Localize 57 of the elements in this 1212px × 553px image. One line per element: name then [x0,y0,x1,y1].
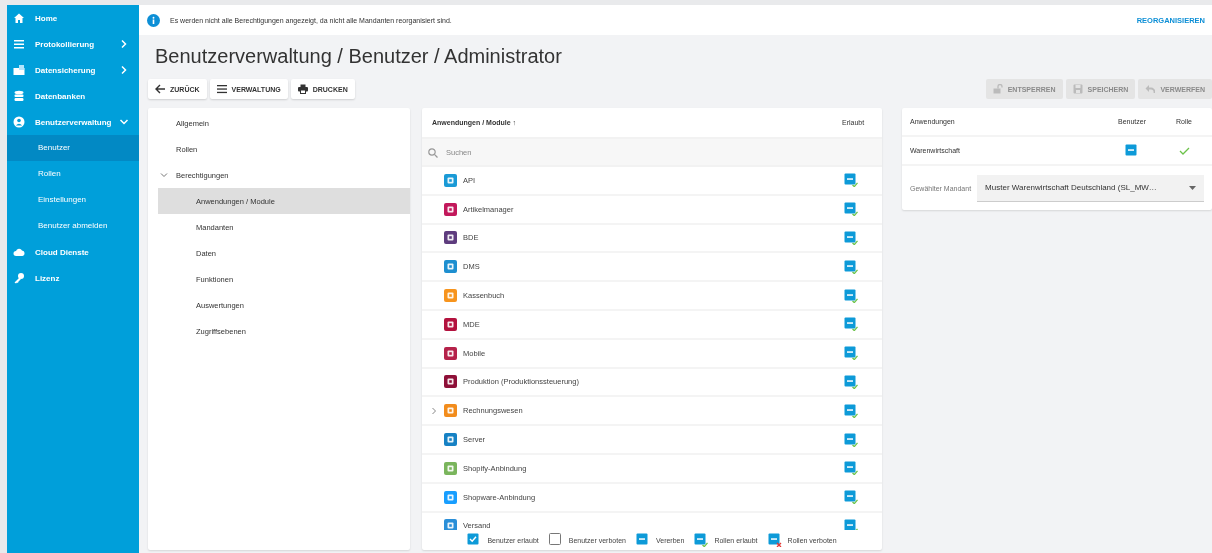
menu-icon [216,84,227,94]
sidebar-item[interactable]: Benutzer [7,135,139,161]
minus-checkbox-icon[interactable] [844,432,858,447]
module-icon [444,404,457,418]
module-icon [444,289,457,303]
search-icon [428,148,438,158]
sidebar-item[interactable]: Einstellungen [7,187,139,213]
save-icon [1072,84,1083,94]
module-icon [444,231,457,245]
minus-checkbox-icon[interactable] [844,259,858,274]
menu-icon [13,38,25,50]
user-icon [13,116,25,128]
sidebar-item[interactable]: Cloud Dienste [7,239,139,265]
chart-icon [13,64,25,76]
module-icon [444,461,457,475]
minus-checkbox-icon[interactable] [844,461,858,476]
undo-icon [1145,84,1156,94]
cloud-icon [13,246,25,258]
module-icon [444,173,457,187]
minus-checkbox-icon[interactable] [844,490,858,505]
minus-checkbox-icon[interactable] [844,288,858,303]
minus-checkbox-icon[interactable] [844,346,858,361]
minus-checkbox-icon[interactable] [844,231,858,245]
sidebar-item[interactable]: Datenbanken [7,83,139,109]
unlock-icon [992,84,1003,94]
sidebar-item[interactable]: Lizenz [7,265,139,291]
database-icon [13,90,25,102]
module-icon [444,260,457,274]
printer-icon [297,84,308,94]
client-dropdown[interactable]: Muster Warenwirtschaft Deutschland (SL_MW… [977,174,1204,202]
sidebar-item[interactable]: Datensicherung [7,57,139,83]
module-icon [444,346,457,360]
minus-checkbox-icon[interactable] [844,518,858,530]
sidebar-item[interactable]: Protokollierung [7,31,139,57]
module-icon [444,202,457,216]
minus-checkbox-icon[interactable] [844,317,858,332]
info-icon [147,13,160,27]
page-title: Benutzerverwaltung / Benutzer / Administrator [154,44,563,69]
module-icon [444,519,457,530]
key-icon [13,272,25,284]
minus-checkbox-icon[interactable] [844,202,858,217]
chevron-right-icon[interactable] [430,406,438,415]
minus-checkbox-icon[interactable] [844,173,858,188]
sidebar-item[interactable]: Benutzerverwaltung [7,109,139,135]
module-icon [444,317,457,331]
sidebar-item[interactable]: Benutzer abmelden [7,213,139,239]
module-icon [444,375,457,389]
minus-checkbox-icon[interactable] [844,374,858,389]
sidebar-item[interactable]: Home [7,5,139,31]
arrow-left-icon [155,84,165,94]
module-icon [444,433,457,447]
module-icon [444,490,457,504]
sidebar-item[interactable]: Rollen [7,161,139,187]
caret-icon [1189,185,1196,190]
chevron-down-icon [160,171,168,179]
minus-checkbox-icon[interactable] [844,403,858,418]
home-icon [13,12,25,24]
